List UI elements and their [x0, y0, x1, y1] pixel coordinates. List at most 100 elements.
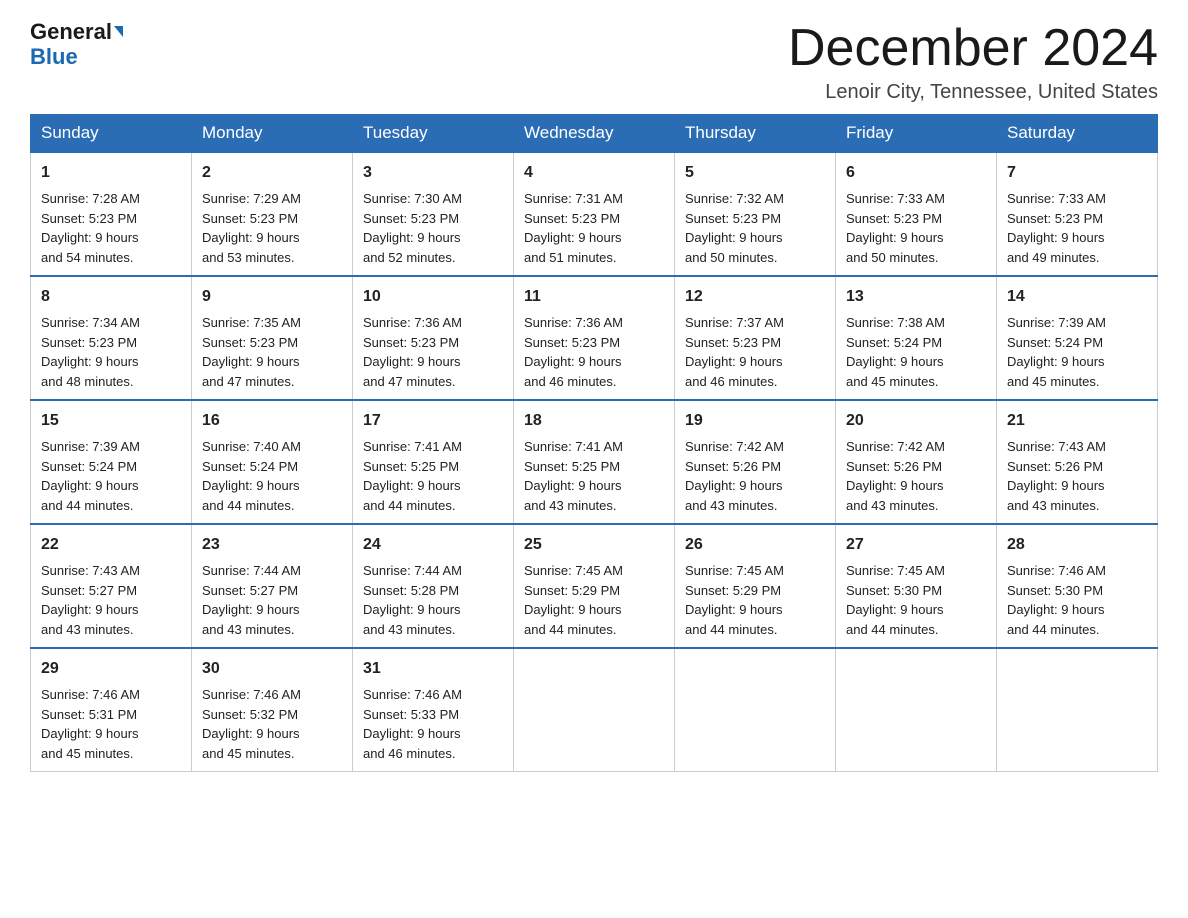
day-number: 9 [202, 285, 342, 309]
day-number: 29 [41, 657, 181, 681]
day-number: 17 [363, 409, 503, 433]
logo-line2: Blue [30, 44, 78, 70]
day-info: Sunrise: 7:43 AMSunset: 5:26 PMDaylight:… [1007, 439, 1106, 513]
day-number: 24 [363, 533, 503, 557]
day-info: Sunrise: 7:28 AMSunset: 5:23 PMDaylight:… [41, 191, 140, 265]
table-row: 18 Sunrise: 7:41 AMSunset: 5:25 PMDayligh… [514, 400, 675, 524]
day-number: 10 [363, 285, 503, 309]
col-monday: Monday [192, 115, 353, 153]
table-row [836, 648, 997, 772]
day-info: Sunrise: 7:45 AMSunset: 5:29 PMDaylight:… [524, 563, 623, 637]
table-row: 16Sunrise: 7:40 AMSunset: 5:24 PMDayligh… [192, 400, 353, 524]
table-row: 10 Sunrise: 7:36 AMSunset: 5:23 PMDayligh… [353, 276, 514, 400]
month-title: December 2024 [788, 20, 1158, 77]
day-info: Sunrise: 7:46 AMSunset: 5:33 PMDaylight:… [363, 687, 462, 761]
day-info: Sunrise: 7:29 AMSunset: 5:23 PMDaylight:… [202, 191, 301, 265]
day-info: Sunrise: 7:37 AMSunset: 5:23 PMDaylight:… [685, 315, 784, 389]
table-row: 25 Sunrise: 7:45 AMSunset: 5:29 PMDayligh… [514, 524, 675, 648]
table-row: 24Sunrise: 7:44 AMSunset: 5:28 PMDayligh… [353, 524, 514, 648]
day-number: 5 [685, 161, 825, 185]
table-row [675, 648, 836, 772]
day-info: Sunrise: 7:46 AMSunset: 5:30 PMDaylight:… [1007, 563, 1106, 637]
day-info: Sunrise: 7:41 AMSunset: 5:25 PMDaylight:… [524, 439, 623, 513]
calendar-week-row: 8Sunrise: 7:34 AMSunset: 5:23 PMDaylight… [31, 276, 1158, 400]
table-row: 31 Sunrise: 7:46 AMSunset: 5:33 PMDayligh… [353, 648, 514, 772]
day-info: Sunrise: 7:43 AMSunset: 5:27 PMDaylight:… [41, 563, 140, 637]
day-info: Sunrise: 7:41 AMSunset: 5:25 PMDaylight:… [363, 439, 462, 513]
day-info: Sunrise: 7:44 AMSunset: 5:27 PMDaylight:… [202, 563, 301, 637]
day-info: Sunrise: 7:36 AMSunset: 5:23 PMDaylight:… [363, 315, 462, 389]
table-row: 5 Sunrise: 7:32 AMSunset: 5:23 PMDaylight… [675, 152, 836, 276]
day-info: Sunrise: 7:39 AMSunset: 5:24 PMDaylight:… [1007, 315, 1106, 389]
table-row: 26 Sunrise: 7:45 AMSunset: 5:29 PMDayligh… [675, 524, 836, 648]
calendar-table: Sunday Monday Tuesday Wednesday Thursday… [30, 114, 1158, 772]
day-number: 31 [363, 657, 503, 681]
day-number: 8 [41, 285, 181, 309]
page-header: General Blue December 2024 Lenoir City, … [30, 20, 1158, 104]
table-row: 11 Sunrise: 7:36 AMSunset: 5:23 PMDayligh… [514, 276, 675, 400]
col-wednesday: Wednesday [514, 115, 675, 153]
table-row: 27 Sunrise: 7:45 AMSunset: 5:30 PMDayligh… [836, 524, 997, 648]
table-row: 21 Sunrise: 7:43 AMSunset: 5:26 PMDayligh… [997, 400, 1158, 524]
table-row: 29 Sunrise: 7:46 AMSunset: 5:31 PMDayligh… [31, 648, 192, 772]
table-row: 30 Sunrise: 7:46 AMSunset: 5:32 PMDayligh… [192, 648, 353, 772]
day-info: Sunrise: 7:36 AMSunset: 5:23 PMDaylight:… [524, 315, 623, 389]
day-number: 16 [202, 409, 342, 433]
day-number: 23 [202, 533, 342, 557]
day-info: Sunrise: 7:35 AMSunset: 5:23 PMDaylight:… [202, 315, 301, 389]
logo-line1: General [30, 20, 123, 44]
day-number: 4 [524, 161, 664, 185]
day-info: Sunrise: 7:31 AMSunset: 5:23 PMDaylight:… [524, 191, 623, 265]
table-row: 17 Sunrise: 7:41 AMSunset: 5:25 PMDayligh… [353, 400, 514, 524]
day-number: 25 [524, 533, 664, 557]
day-number: 27 [846, 533, 986, 557]
day-number: 1 [41, 161, 181, 185]
table-row: 15Sunrise: 7:39 AMSunset: 5:24 PMDayligh… [31, 400, 192, 524]
day-info: Sunrise: 7:33 AMSunset: 5:23 PMDaylight:… [1007, 191, 1106, 265]
day-info: Sunrise: 7:30 AMSunset: 5:23 PMDaylight:… [363, 191, 462, 265]
day-info: Sunrise: 7:33 AMSunset: 5:23 PMDaylight:… [846, 191, 945, 265]
table-row: 3 Sunrise: 7:30 AMSunset: 5:23 PMDaylight… [353, 152, 514, 276]
day-number: 7 [1007, 161, 1147, 185]
day-info: Sunrise: 7:42 AMSunset: 5:26 PMDaylight:… [846, 439, 945, 513]
day-number: 20 [846, 409, 986, 433]
day-info: Sunrise: 7:39 AMSunset: 5:24 PMDaylight:… [41, 439, 140, 513]
day-number: 28 [1007, 533, 1147, 557]
table-row: 6Sunrise: 7:33 AMSunset: 5:23 PMDaylight… [836, 152, 997, 276]
day-number: 2 [202, 161, 342, 185]
day-info: Sunrise: 7:46 AMSunset: 5:32 PMDaylight:… [202, 687, 301, 761]
table-row: 22Sunrise: 7:43 AMSunset: 5:27 PMDayligh… [31, 524, 192, 648]
title-block: December 2024 Lenoir City, Tennessee, Un… [788, 20, 1158, 104]
col-saturday: Saturday [997, 115, 1158, 153]
day-info: Sunrise: 7:46 AMSunset: 5:31 PMDaylight:… [41, 687, 140, 761]
day-info: Sunrise: 7:45 AMSunset: 5:29 PMDaylight:… [685, 563, 784, 637]
col-friday: Friday [836, 115, 997, 153]
day-number: 21 [1007, 409, 1147, 433]
logo-arrow-icon [114, 26, 123, 37]
calendar-week-row: 1 Sunrise: 7:28 AMSunset: 5:23 PMDaylight… [31, 152, 1158, 276]
col-sunday: Sunday [31, 115, 192, 153]
day-number: 30 [202, 657, 342, 681]
table-row: 23 Sunrise: 7:44 AMSunset: 5:27 PMDayligh… [192, 524, 353, 648]
calendar-week-row: 22Sunrise: 7:43 AMSunset: 5:27 PMDayligh… [31, 524, 1158, 648]
day-number: 11 [524, 285, 664, 309]
day-number: 18 [524, 409, 664, 433]
table-row: 20 Sunrise: 7:42 AMSunset: 5:26 PMDayligh… [836, 400, 997, 524]
location: Lenoir City, Tennessee, United States [788, 81, 1158, 104]
table-row: 9 Sunrise: 7:35 AMSunset: 5:23 PMDaylight… [192, 276, 353, 400]
day-info: Sunrise: 7:42 AMSunset: 5:26 PMDaylight:… [685, 439, 784, 513]
day-info: Sunrise: 7:45 AMSunset: 5:30 PMDaylight:… [846, 563, 945, 637]
day-info: Sunrise: 7:32 AMSunset: 5:23 PMDaylight:… [685, 191, 784, 265]
table-row: 28 Sunrise: 7:46 AMSunset: 5:30 PMDayligh… [997, 524, 1158, 648]
table-row [514, 648, 675, 772]
table-row: 13Sunrise: 7:38 AMSunset: 5:24 PMDayligh… [836, 276, 997, 400]
calendar-week-row: 29 Sunrise: 7:46 AMSunset: 5:31 PMDayligh… [31, 648, 1158, 772]
calendar-header-row: Sunday Monday Tuesday Wednesday Thursday… [31, 115, 1158, 153]
table-row: 19Sunrise: 7:42 AMSunset: 5:26 PMDayligh… [675, 400, 836, 524]
logo: General Blue [30, 20, 123, 70]
calendar-week-row: 15Sunrise: 7:39 AMSunset: 5:24 PMDayligh… [31, 400, 1158, 524]
day-number: 26 [685, 533, 825, 557]
table-row: 1 Sunrise: 7:28 AMSunset: 5:23 PMDaylight… [31, 152, 192, 276]
table-row [997, 648, 1158, 772]
day-number: 3 [363, 161, 503, 185]
